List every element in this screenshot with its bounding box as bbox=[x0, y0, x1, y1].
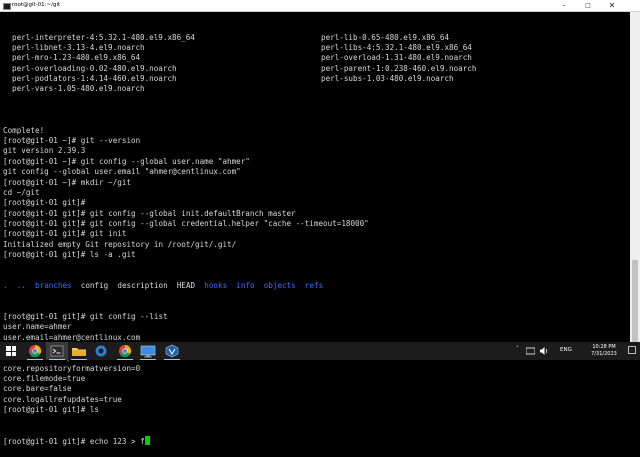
monitor-icon bbox=[140, 345, 156, 358]
tray-chevron-icon[interactable]: ˄ bbox=[516, 346, 519, 352]
app-taskbar-button[interactable] bbox=[90, 342, 112, 360]
package-name: perl-overloading-0.02-480.el9.noarch bbox=[12, 63, 177, 73]
vm-console-taskbar-button[interactable] bbox=[137, 342, 159, 360]
close-button[interactable]: ✕ bbox=[603, 0, 621, 11]
git-bash-icon bbox=[50, 345, 64, 357]
terminal-line: [root@git-01 git]# ls bbox=[3, 405, 100, 415]
directory-entry: refs bbox=[304, 280, 324, 290]
window-title: root@git-01:~/git bbox=[12, 2, 61, 8]
network-icon[interactable] bbox=[526, 347, 535, 355]
terminal-line: cd ~/git bbox=[3, 187, 40, 197]
maximize-button[interactable]: □ bbox=[579, 0, 597, 11]
directory-entry: .. bbox=[16, 280, 26, 290]
terminal-line: [root@git-01 git]# bbox=[3, 198, 86, 208]
package-row: perl-podlators-1:4.14-460.el9.noarch perl… bbox=[3, 74, 629, 84]
terminal-line: git config --global user.email "ahmer@ce… bbox=[3, 167, 241, 177]
file-entry: HEAD bbox=[176, 280, 196, 290]
package-name: perl-libs-4:5.32.1-480.el9.x86_64 bbox=[321, 43, 472, 53]
start-button[interactable] bbox=[0, 342, 22, 360]
terminal-scrollbar[interactable] bbox=[630, 12, 640, 342]
terminal-line: user.name=ahmer bbox=[3, 322, 72, 332]
terminal-app-icon bbox=[3, 3, 11, 10]
terminal-line: core.logallrefupdates=true bbox=[3, 394, 122, 404]
terminal-line: [root@git-01 git]# git config --list bbox=[3, 311, 168, 321]
virtualbox-icon bbox=[165, 344, 179, 358]
terminal-line: [root@git-01 ~]# git config --global use… bbox=[3, 156, 250, 166]
text-cursor bbox=[144, 436, 150, 446]
package-row: perl-mro-1.23-480.el9.x86_64 perl-overloa… bbox=[3, 53, 629, 63]
terminal-line: Initialized empty Git repository in /roo… bbox=[3, 239, 237, 249]
package-name: perl-lib-0.65-480.el9.x86_64 bbox=[321, 32, 450, 42]
clock-time: 10:28 PM bbox=[592, 344, 616, 350]
terminal-line: Complete! bbox=[3, 125, 45, 135]
terminal-line: core.filemode=true bbox=[3, 374, 86, 384]
package-name: perl-mro-1.23-480.el9.x86_64 bbox=[12, 53, 141, 63]
chrome-icon bbox=[119, 345, 132, 358]
terminal-line: git version 2.39.3 bbox=[3, 146, 86, 156]
terminal-line: core.repositoryformatversion=0 bbox=[3, 363, 141, 373]
prompt: [root@git-01 git]# bbox=[3, 437, 90, 447]
virtualbox-taskbar-button[interactable] bbox=[161, 342, 183, 360]
terminal-line: [root@git-01 git]# ls -a .git bbox=[3, 249, 136, 259]
directory-entry: info bbox=[236, 280, 255, 290]
chrome-taskbar-button[interactable] bbox=[24, 342, 46, 360]
package-name: perl-vars-1.05-480.el9.noarch bbox=[12, 84, 145, 94]
package-name: perl-interpreter-4:5.32.1-480.el9.x86_64 bbox=[12, 32, 195, 42]
terminal-taskbar-button[interactable] bbox=[46, 342, 68, 360]
windows-logo-icon bbox=[6, 346, 16, 356]
package-name: perl-parent-1:0.238-460.el9.noarch bbox=[321, 63, 477, 73]
folder-icon bbox=[72, 348, 86, 356]
terminal-line: [root@git-01 git]# git config --global c… bbox=[3, 218, 369, 228]
ls-output-line: . .. branches config description HEAD ho… bbox=[3, 281, 629, 291]
terminal-line: [root@git-01 ~]# git --version bbox=[3, 136, 141, 146]
package-name: perl-subs-1.03-480.el9.noarch bbox=[321, 74, 454, 84]
terminal-line: [root@git-01 git]# git init bbox=[3, 229, 127, 239]
file-entry: config bbox=[80, 280, 109, 290]
scrollbar-thumb[interactable] bbox=[632, 260, 638, 342]
package-row: perl-libnet-3.13-4.el9.noarch perl-libs-4… bbox=[3, 43, 629, 53]
current-command-line[interactable]: [root@git-01 git]# echo 123 > f bbox=[3, 436, 629, 446]
volume-icon[interactable] bbox=[539, 346, 548, 356]
package-row: perl-overloading-0.02-480.el9.noarch perl… bbox=[3, 64, 629, 74]
terminal-line: core.bare=false bbox=[3, 384, 72, 394]
package-name: perl-podlators-1:4.14-460.el9.noarch bbox=[12, 74, 177, 84]
directory-entry: hooks bbox=[204, 280, 228, 290]
input-language[interactable]: ENG bbox=[560, 347, 572, 353]
notification-icon[interactable] bbox=[628, 346, 636, 355]
directory-entry: branches bbox=[35, 280, 72, 290]
taskbar: ˄ ENG 10:28 PM 7/31/2023 bbox=[0, 342, 640, 360]
chrome-icon bbox=[29, 345, 42, 358]
terminal-output[interactable]: perl-interpreter-4:5.32.1-480.el9.x86_64… bbox=[3, 12, 629, 446]
file-entry: description bbox=[117, 280, 168, 290]
window-title-bar[interactable]: root@git-01:~/git – □ ✕ bbox=[0, 0, 640, 12]
chrome-profile-taskbar-button[interactable] bbox=[114, 342, 136, 360]
terminal-line: [root@git-01 ~]# mkdir ~/git bbox=[3, 177, 132, 187]
app-icon bbox=[95, 345, 107, 357]
clock[interactable]: 10:28 PM 7/31/2023 bbox=[584, 344, 624, 358]
directory-entry: . bbox=[3, 280, 8, 290]
clock-date: 7/31/2023 bbox=[591, 351, 617, 357]
minimize-button[interactable]: – bbox=[555, 0, 573, 11]
file-explorer-taskbar-button[interactable] bbox=[68, 342, 90, 360]
terminal-line: [root@git-01 git]# git config --global i… bbox=[3, 208, 296, 218]
package-name: perl-libnet-3.13-4.el9.noarch bbox=[12, 43, 145, 53]
package-row: perl-vars-1.05-480.el9.noarch bbox=[3, 84, 629, 94]
package-name: perl-overload-1.31-480.el9.noarch bbox=[321, 53, 472, 63]
package-row: perl-interpreter-4:5.32.1-480.el9.x86_64… bbox=[3, 33, 629, 43]
command-input[interactable]: echo 123 > f bbox=[90, 437, 145, 446]
directory-entry: objects bbox=[263, 280, 296, 290]
